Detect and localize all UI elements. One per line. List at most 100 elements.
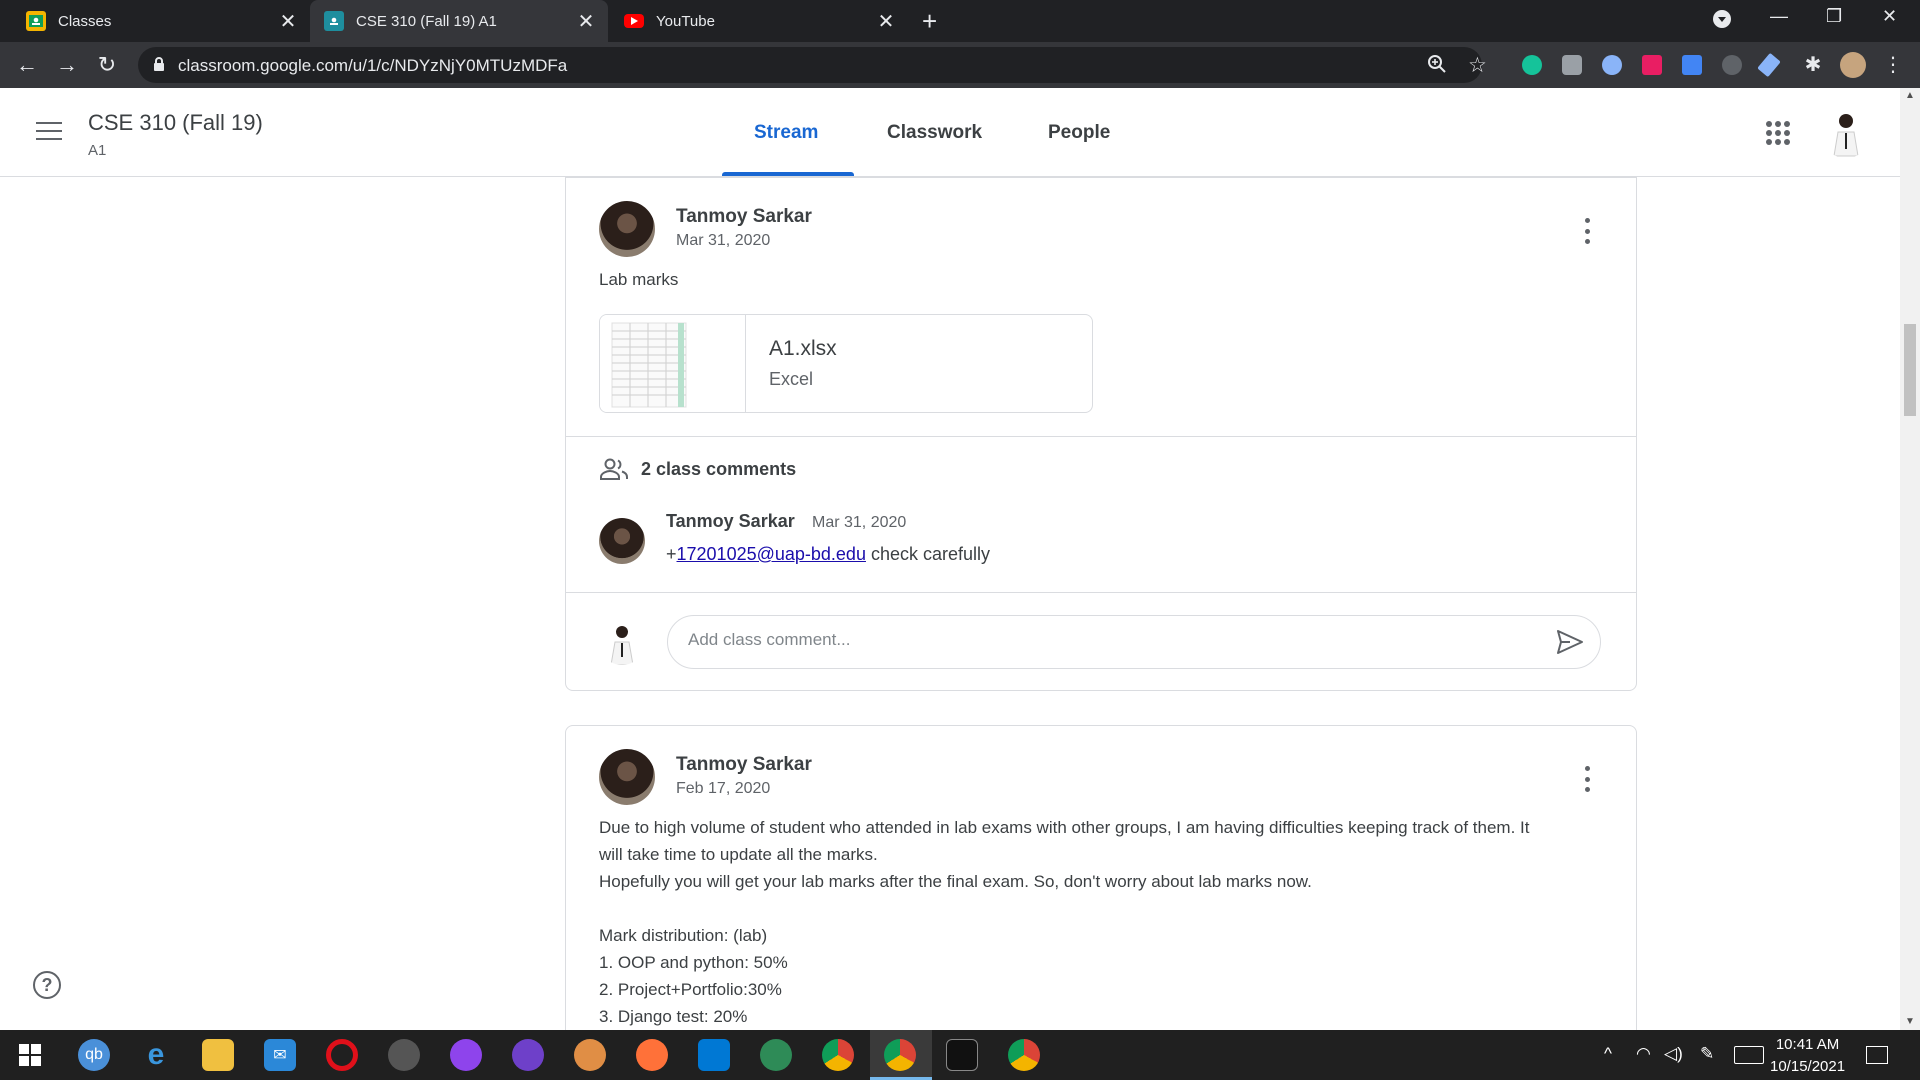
help-button[interactable]: ? xyxy=(33,971,61,999)
opera-icon[interactable] xyxy=(326,1039,358,1071)
my-avatar xyxy=(599,619,645,665)
restore-icon[interactable]: ❐ xyxy=(1826,6,1842,27)
clock-date: 10/15/2021 xyxy=(1770,1058,1846,1075)
active-tab-indicator xyxy=(722,172,854,176)
divider xyxy=(566,436,1636,437)
github-desktop-icon[interactable] xyxy=(512,1039,544,1071)
browser-toolbar: ← → ↻ classroom.google.com/u/1/c/NDYzNjY… xyxy=(0,42,1920,88)
windows-start-icon[interactable] xyxy=(14,1039,46,1071)
close-tab-icon[interactable]: ✕ xyxy=(872,9,900,34)
edge-icon[interactable]: e xyxy=(140,1038,172,1071)
pen-icon[interactable]: ✎ xyxy=(1700,1044,1714,1064)
post-text: Due to high volume of student who attend… xyxy=(599,814,1609,1030)
post-text: Lab marks xyxy=(599,270,679,289)
close-tab-icon[interactable]: ✕ xyxy=(274,9,302,34)
tray-overflow-icon[interactable]: ^ xyxy=(1604,1044,1612,1064)
terminal-icon[interactable] xyxy=(946,1039,978,1071)
camera-extension-icon[interactable] xyxy=(1562,55,1582,75)
stream-post: Tanmoy Sarkar Feb 17, 2020 Due to high v… xyxy=(565,725,1637,1065)
account-avatar[interactable] xyxy=(1820,106,1872,158)
comment-date: Mar 31, 2020 xyxy=(812,514,907,531)
qbittorrent-icon[interactable]: qb xyxy=(78,1039,110,1071)
forward-icon[interactable]: → xyxy=(52,50,82,80)
vscode-icon[interactable] xyxy=(698,1039,730,1071)
system-clock[interactable]: 10:41 AM 10/15/2021 xyxy=(1770,1034,1845,1078)
lock-icon xyxy=(152,56,166,77)
bookmark-star-icon[interactable]: ☆ xyxy=(1468,53,1487,78)
notifications-icon[interactable] xyxy=(1866,1046,1888,1064)
browser-menu-icon[interactable]: ⋮ xyxy=(1878,50,1908,80)
attachment-type: Excel xyxy=(769,369,814,389)
app-icon[interactable] xyxy=(760,1039,792,1071)
tab-search-icon[interactable] xyxy=(1712,9,1732,34)
profile-avatar-icon[interactable] xyxy=(1840,52,1866,78)
firefox-icon[interactable] xyxy=(636,1039,668,1071)
classroom-header: CSE 310 (Fall 19) A1 Stream Classwork Pe… xyxy=(0,88,1900,177)
tab-title: Classes xyxy=(58,12,112,30)
commenter-avatar xyxy=(599,518,645,564)
zoom-icon[interactable] xyxy=(1428,55,1446,78)
reload-icon[interactable]: ↻ xyxy=(92,50,122,80)
clock-time: 10:41 AM xyxy=(1775,1036,1840,1053)
tab-stream[interactable]: Stream xyxy=(754,122,818,144)
chrome-icon[interactable] xyxy=(1008,1039,1040,1071)
browser-tab-youtube[interactable]: YouTube ✕ xyxy=(608,0,908,42)
main-menu-icon[interactable] xyxy=(36,122,62,140)
add-comment-box[interactable] xyxy=(667,615,1601,669)
comments-count: 2 class comments xyxy=(641,458,797,479)
scroll-up-icon[interactable]: ▲ xyxy=(1905,90,1915,101)
send-icon[interactable] xyxy=(1556,629,1584,660)
post-options-icon[interactable] xyxy=(1583,766,1591,792)
tab-title: CSE 310 (Fall 19) A1 xyxy=(356,12,497,30)
grammarly-extension-icon[interactable] xyxy=(1522,55,1542,75)
new-tab-button[interactable]: + xyxy=(922,6,937,37)
tab-people[interactable]: People xyxy=(1048,122,1110,144)
post-line: Mark distribution: (lab) xyxy=(599,926,768,945)
post-date: Mar 31, 2020 xyxy=(676,232,771,249)
back-icon[interactable]: ← xyxy=(12,50,42,80)
tab-title: YouTube xyxy=(656,12,715,30)
scroll-thumb[interactable] xyxy=(1904,324,1916,416)
add-comment-input[interactable] xyxy=(688,630,1538,650)
tab-classwork[interactable]: Classwork xyxy=(887,122,982,144)
mention-link[interactable]: 17201025@uap-bd.edu xyxy=(677,544,866,564)
comment-author: Tanmoy Sarkar xyxy=(666,511,795,531)
comment-prefix: + xyxy=(666,544,677,564)
divider xyxy=(566,592,1636,593)
extension-icon[interactable] xyxy=(1602,55,1622,75)
google-apps-icon[interactable] xyxy=(1766,121,1790,145)
keyboard-icon[interactable] xyxy=(1734,1046,1764,1064)
browser-tab-classes[interactable]: Classes ✕ xyxy=(0,0,310,42)
close-window-icon[interactable]: ✕ xyxy=(1882,6,1897,27)
course-title[interactable]: CSE 310 (Fall 19) xyxy=(88,110,263,136)
file-explorer-icon[interactable] xyxy=(202,1039,234,1071)
extensions-puzzle-icon[interactable]: ✱ xyxy=(1798,50,1828,80)
classroom-favicon-icon xyxy=(26,11,46,31)
mail-icon[interactable]: ✉ xyxy=(264,1039,296,1071)
pen-extension-icon[interactable] xyxy=(1757,52,1781,78)
browser-tab-cse310[interactable]: CSE 310 (Fall 19) A1 ✕ xyxy=(310,0,608,42)
post-line: 3. Django test: 20% xyxy=(599,1007,748,1026)
page-scrollbar[interactable]: ▲ ▼ xyxy=(1900,88,1920,1030)
author-avatar xyxy=(599,201,655,257)
minimize-icon[interactable]: — xyxy=(1770,6,1788,27)
post-options-icon[interactable] xyxy=(1583,218,1591,244)
app-icon[interactable] xyxy=(388,1039,420,1071)
play-extension-icon[interactable] xyxy=(1642,55,1662,75)
chrome-icon[interactable] xyxy=(822,1039,854,1071)
volume-icon[interactable]: ◁) xyxy=(1664,1044,1683,1064)
app-icon[interactable] xyxy=(574,1039,606,1071)
scroll-down-icon[interactable]: ▼ xyxy=(1905,1016,1915,1027)
windows-taskbar: qb e ✉ ^ ◠ ◁) ✎ 10:41 AM 10/15/2021 xyxy=(0,1030,1920,1080)
wifi-icon[interactable]: ◠ xyxy=(1636,1044,1651,1064)
messenger-icon[interactable] xyxy=(450,1039,482,1071)
close-tab-icon[interactable]: ✕ xyxy=(572,9,600,34)
chrome-icon[interactable] xyxy=(884,1039,916,1071)
classroom-favicon-icon xyxy=(324,11,344,31)
attachment-card[interactable]: A1.xlsx Excel xyxy=(599,314,1093,413)
stream-post: Tanmoy Sarkar Mar 31, 2020 Lab marks A1.… xyxy=(565,177,1637,691)
class-comments-toggle[interactable]: 2 class comments xyxy=(599,458,796,480)
extension-icon[interactable] xyxy=(1722,55,1742,75)
download-extension-icon[interactable] xyxy=(1682,55,1702,75)
address-bar[interactable]: classroom.google.com/u/1/c/NDYzNjY0MTUzM… xyxy=(138,47,1487,83)
